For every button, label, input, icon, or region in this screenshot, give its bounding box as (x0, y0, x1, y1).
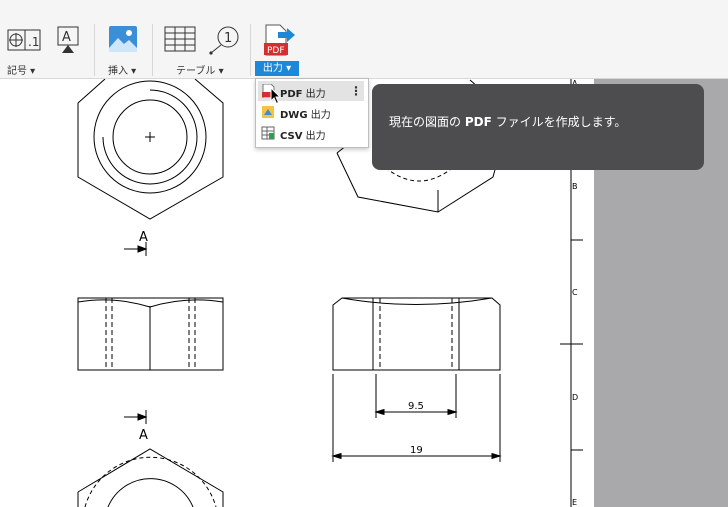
insert-group-label[interactable]: 挿入 ▾ (108, 62, 136, 77)
section-label: A (139, 230, 148, 245)
menu-item-format: CSV (280, 131, 303, 142)
more-options-icon[interactable]: ⋮ (350, 84, 362, 98)
tooltip-bold: PDF (464, 115, 492, 129)
output-group-button[interactable]: 出力 ▾ (255, 61, 299, 76)
balloon-icon[interactable]: 1 (207, 24, 241, 56)
zone-label: E (572, 498, 577, 507)
balloon-number: 1 (224, 31, 232, 46)
tooltip-suffix: ファイルを作成します。 (491, 115, 627, 129)
svg-text:A: A (62, 30, 71, 45)
menu-item-dwg-export[interactable]: DWG 出力 (258, 102, 364, 122)
tooltip-prefix: 現在の図面の (389, 115, 465, 129)
ribbon-toolbar: .1 A 記号 ▾ 挿入 ▾ 1 テーブル ▾ PDF 出力 ▾ (0, 0, 728, 79)
datum-feature-icon[interactable]: .1 (7, 27, 41, 53)
menu-item-format: PDF (280, 89, 303, 100)
section-label: A (139, 428, 148, 443)
mouse-cursor-icon (270, 87, 282, 105)
separator (94, 24, 95, 76)
dwg-file-icon (262, 106, 274, 118)
menu-item-suffix: 出力 (305, 89, 326, 100)
zone-label: B (572, 182, 578, 191)
pdf-icon-text: PDF (267, 46, 285, 56)
zone-label: D (572, 393, 578, 402)
separator (152, 24, 153, 76)
menu-item-csv-export[interactable]: CSV 出力 (258, 123, 364, 143)
table-group-label[interactable]: テーブル ▾ (176, 62, 224, 77)
menu-item-format: DWG (280, 110, 308, 121)
zone-label: C (572, 288, 578, 297)
separator (250, 24, 251, 76)
pdf-export-tooltip: 現在の図面の PDF ファイルを作成します。 (372, 84, 704, 170)
text-annotation-icon[interactable]: A (55, 25, 81, 55)
csv-file-icon (261, 126, 275, 140)
dimension-value: 19 (410, 445, 423, 456)
menu-item-suffix: 出力 (310, 110, 331, 121)
symbol-group-label[interactable]: 記号 ▾ (7, 62, 35, 77)
pdf-export-icon[interactable]: PDF (263, 24, 297, 56)
insert-image-icon[interactable] (108, 24, 138, 54)
menu-item-suffix: 出力 (305, 131, 326, 142)
svg-text:.1: .1 (28, 35, 39, 49)
table-icon[interactable] (164, 26, 196, 52)
dimension-value: 9.5 (408, 401, 424, 412)
